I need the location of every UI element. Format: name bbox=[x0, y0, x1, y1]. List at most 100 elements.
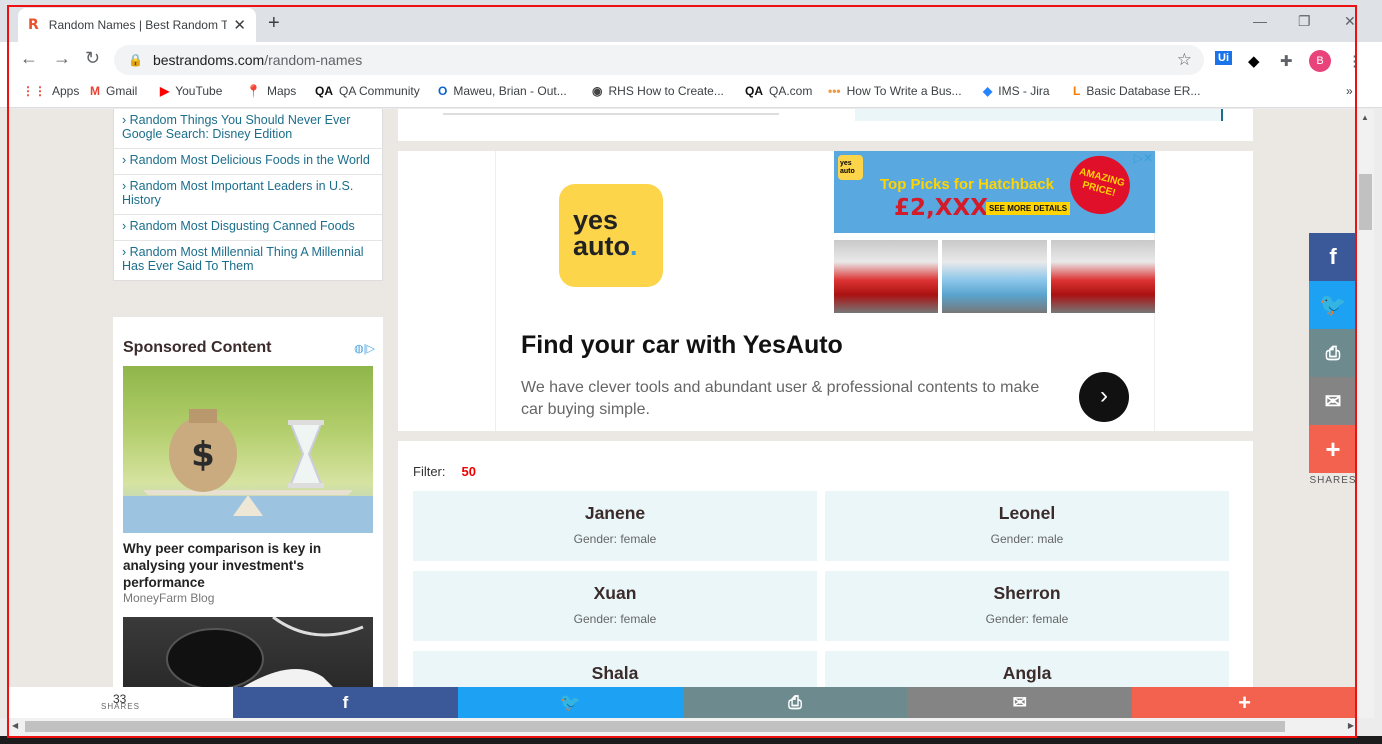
gender-value: Gender: female bbox=[573, 612, 657, 626]
name-value: Leonel bbox=[998, 503, 1056, 523]
restore-icon[interactable]: ❐ bbox=[1298, 13, 1311, 30]
side-share-bar: f 🐦 ⎙ ✉ + SHARES bbox=[1309, 233, 1357, 486]
svg-text:$: $ bbox=[191, 435, 215, 475]
layers-extension-icon[interactable]: ◆ bbox=[1248, 52, 1260, 70]
related-link[interactable]: › Random Most Delicious Foods in the Wor… bbox=[114, 149, 382, 175]
bookmark-maps[interactable]: 📍 Maps bbox=[246, 84, 296, 98]
ad-card: yes auto. yes auto Top Picks for Hatchback… bbox=[398, 149, 1253, 431]
banner-headline: Top Picks for Hatchback bbox=[880, 176, 1054, 193]
gender-value: Gender: male bbox=[990, 532, 1064, 546]
sponsored-article-title[interactable]: Why peer comparison is key in analysing … bbox=[123, 540, 373, 591]
bookmark-star-icon[interactable]: ☆ bbox=[1177, 50, 1192, 70]
horizontal-scroll-thumb[interactable] bbox=[25, 721, 1285, 732]
ad-title[interactable]: Find your car with YesAuto bbox=[521, 331, 843, 360]
new-tab-button[interactable]: + bbox=[268, 12, 280, 35]
print-share-icon[interactable]: ⎙ bbox=[682, 687, 908, 718]
bookmark-business[interactable]: ••• How To Write a Bus... bbox=[828, 84, 962, 98]
yesauto-ad[interactable]: yes auto. yes auto Top Picks for Hatchback… bbox=[495, 149, 1155, 431]
twitter-share-icon[interactable]: 🐦 bbox=[457, 687, 683, 718]
bookmark-gmail[interactable]: M Gmail bbox=[90, 84, 137, 98]
bookmark-qa-com[interactable]: QA QA.com bbox=[745, 84, 812, 98]
bookmark-qa-community[interactable]: QA QA Community bbox=[315, 84, 420, 98]
reload-icon[interactable]: ↻ bbox=[85, 48, 100, 69]
email-share-icon[interactable]: ✉ bbox=[907, 687, 1133, 718]
web-page: › Random Things You Should Never Ever Go… bbox=[0, 109, 1357, 718]
bookmarks-overflow-icon[interactable]: » bbox=[1346, 84, 1353, 98]
sponsored-heading: Sponsored Content bbox=[123, 339, 272, 356]
close-window-icon[interactable]: ✕ bbox=[1344, 13, 1356, 30]
more-share-icon[interactable]: + bbox=[1132, 687, 1357, 718]
scroll-left-icon[interactable]: ◀ bbox=[12, 721, 18, 730]
bookmark-rhs[interactable]: ◉ RHS How to Create... bbox=[592, 84, 724, 98]
scroll-right-icon[interactable]: ▶ bbox=[1348, 721, 1354, 730]
bookmark-jira[interactable]: ◆ IMS - Jira bbox=[983, 84, 1050, 98]
adchoices-icon[interactable]: ◍|▷ bbox=[354, 342, 375, 355]
vertical-scrollbar[interactable]: ▲ bbox=[1357, 109, 1374, 718]
url-path: /random-names bbox=[264, 52, 363, 68]
more-share-icon[interactable]: + bbox=[1309, 425, 1357, 473]
red-car-image bbox=[1050, 240, 1155, 313]
share-count: 33 SHARES bbox=[9, 687, 233, 718]
banner-price: £2,XXX bbox=[894, 195, 988, 221]
filter-count[interactable]: 50 bbox=[462, 464, 476, 479]
ad-banner[interactable]: yes auto Top Picks for Hatchback £2,XXX S… bbox=[834, 149, 1155, 233]
bookmark-outlook[interactable]: O Maweu, Brian - Out... bbox=[438, 84, 567, 98]
qa-logo-icon: QA bbox=[745, 84, 763, 98]
apps-grid-icon: ⋮⋮ bbox=[22, 84, 46, 98]
bookmark-database-er[interactable]: L Basic Database ER... bbox=[1073, 84, 1200, 98]
extensions-puzzle-icon[interactable]: ✚ bbox=[1280, 52, 1293, 70]
money-bag-image[interactable]: $ bbox=[123, 366, 373, 533]
yesauto-mini-logo: yes auto bbox=[838, 155, 863, 180]
bookmark-youtube[interactable]: ▶ YouTube bbox=[160, 84, 222, 98]
bookmark-apps[interactable]: ⋮⋮ Apps bbox=[22, 84, 79, 98]
see-more-details-button[interactable]: SEE MORE DETAILS bbox=[986, 202, 1071, 215]
name-card[interactable]: Leonel Gender: male bbox=[825, 491, 1229, 561]
scroll-up-icon[interactable]: ▲ bbox=[1361, 113, 1369, 122]
browser-tab[interactable]: R Random Names | Best Random T ✕ bbox=[18, 8, 256, 42]
ad-close-icon[interactable]: ▷✕ bbox=[1134, 151, 1153, 165]
left-sidebar: › Random Things You Should Never Ever Go… bbox=[113, 109, 383, 718]
email-share-icon[interactable]: ✉ bbox=[1309, 377, 1357, 425]
related-link[interactable]: › Random Most Millennial Thing A Millenn… bbox=[114, 241, 382, 280]
site-favicon: R bbox=[28, 17, 39, 33]
youtube-icon: ▶ bbox=[160, 84, 170, 98]
close-tab-icon[interactable]: ✕ bbox=[233, 16, 246, 34]
bottom-share-bar: 33 SHARES f 🐦 ⎙ ✉ + bbox=[9, 687, 1357, 718]
sponsored-source: MoneyFarm Blog bbox=[123, 591, 215, 605]
vertical-scroll-thumb[interactable] bbox=[1359, 174, 1372, 230]
name-value: Shala bbox=[591, 663, 639, 683]
related-link[interactable]: › Random Things You Should Never Ever Go… bbox=[114, 109, 382, 149]
minimize-icon[interactable]: — bbox=[1253, 13, 1267, 29]
horizontal-scrollbar[interactable]: ◀ ▶ bbox=[9, 718, 1357, 736]
tab-bar: R Random Names | Best Random T ✕ + — ❐ ✕ bbox=[0, 0, 1382, 42]
url-domain: bestrandoms.com bbox=[152, 52, 265, 68]
facebook-share-icon[interactable]: f bbox=[233, 687, 458, 718]
name-value: Xuan bbox=[593, 583, 637, 603]
related-link[interactable]: › Random Most Important Leaders in U.S. … bbox=[114, 175, 382, 215]
blue-car-image bbox=[942, 240, 1047, 313]
profile-avatar[interactable]: B bbox=[1309, 50, 1331, 72]
jira-icon: ◆ bbox=[983, 84, 993, 98]
back-icon[interactable]: ← bbox=[20, 48, 38, 69]
chevron-right-icon[interactable]: › bbox=[1079, 372, 1129, 422]
lucidchart-icon: L bbox=[1073, 84, 1081, 98]
forward-icon[interactable]: → bbox=[53, 48, 71, 69]
name-value: Sherron bbox=[993, 583, 1061, 603]
amazing-price-badge: AMAZING PRICE! bbox=[1063, 149, 1137, 221]
twitter-share-icon[interactable]: 🐦 bbox=[1309, 281, 1357, 329]
address-bar[interactable]: 🔒 bestrandoms.com/random-names ☆ bbox=[114, 45, 1204, 75]
gender-value: Gender: female bbox=[573, 532, 657, 546]
menu-kebab-icon[interactable]: ⋮ bbox=[1347, 52, 1362, 70]
lock-icon: 🔒 bbox=[128, 53, 143, 67]
shares-label: SHARES bbox=[1309, 475, 1357, 486]
sponsored-content: Sponsored Content ◍|▷ $ Why peer compari… bbox=[113, 317, 383, 718]
facebook-share-icon[interactable]: f bbox=[1309, 233, 1357, 281]
uipath-extension-icon[interactable]: Ui bbox=[1215, 51, 1232, 65]
content-card-top bbox=[398, 109, 1253, 141]
related-link[interactable]: › Random Most Disgusting Canned Foods bbox=[114, 215, 382, 241]
name-card[interactable]: Xuan Gender: female bbox=[413, 571, 817, 641]
name-card[interactable]: Sherron Gender: female bbox=[825, 571, 1229, 641]
info-box bbox=[855, 109, 1223, 121]
name-card[interactable]: Janene Gender: female bbox=[413, 491, 817, 561]
print-share-icon[interactable]: ⎙ bbox=[1309, 329, 1357, 377]
